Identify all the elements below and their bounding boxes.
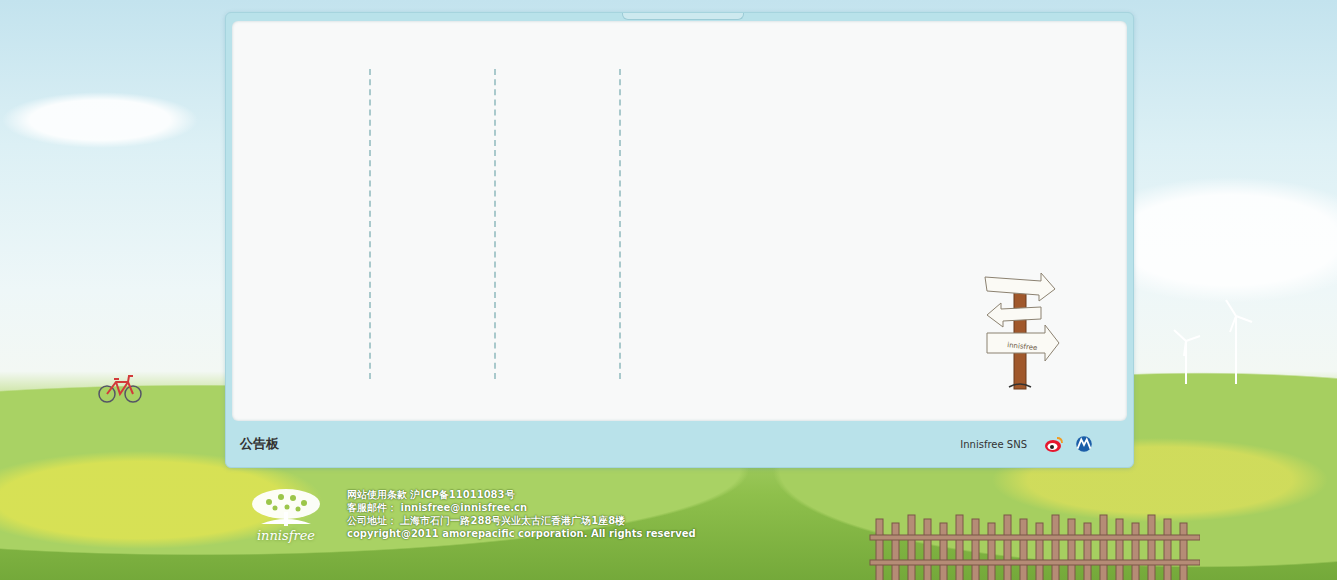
board-notch — [622, 13, 744, 20]
site-footer: innisfree 网站使用条款 沪ICP备11011083号客服邮件： inni… — [245, 484, 1337, 543]
board-column — [619, 69, 621, 379]
sns-label: Innisfree SNS — [960, 439, 1027, 450]
board-column — [494, 69, 619, 379]
signpost-icon: innisfree — [981, 269, 1063, 393]
footer-line: 客服邮件： innisfree@innisfree.cn — [347, 501, 696, 514]
kaixin-icon[interactable] — [1073, 435, 1095, 453]
sns-links: Innisfree SNS — [960, 435, 1095, 453]
fence-icon — [860, 505, 1200, 580]
footer-info: 网站使用条款 沪ICP备11011083号客服邮件： innisfree@inn… — [347, 484, 696, 540]
footer-line: 公司地址： 上海市石门一路288号兴业太古汇香港广场1座8楼 — [347, 514, 696, 527]
svg-text:innisfree: innisfree — [1007, 341, 1038, 352]
windmill-icon — [1166, 296, 1256, 386]
logo-text: innisfree — [257, 528, 315, 543]
board-column — [232, 69, 369, 379]
footer-line: copyright@2011 amorepacific corporation.… — [347, 527, 696, 540]
board-columns — [232, 21, 1127, 379]
bicycle-icon — [98, 370, 142, 404]
board-footer-bar: 公告板 Innisfree SNS — [226, 421, 1133, 467]
tree-logo-icon — [247, 484, 325, 528]
board-content: innisfree — [232, 21, 1127, 421]
board-column — [369, 69, 494, 379]
footer-line: 网站使用条款 沪ICP备11011083号 — [347, 488, 696, 501]
innisfree-logo[interactable]: innisfree — [245, 484, 327, 543]
board-title: 公告板 — [240, 435, 279, 453]
weibo-icon[interactable] — [1043, 435, 1065, 453]
notice-board: innisfree 公告板 Innisfree SNS — [225, 12, 1134, 468]
page: innisfree 公告板 Innisfree SNS innisfree 网站使用条款… — [0, 0, 1337, 580]
